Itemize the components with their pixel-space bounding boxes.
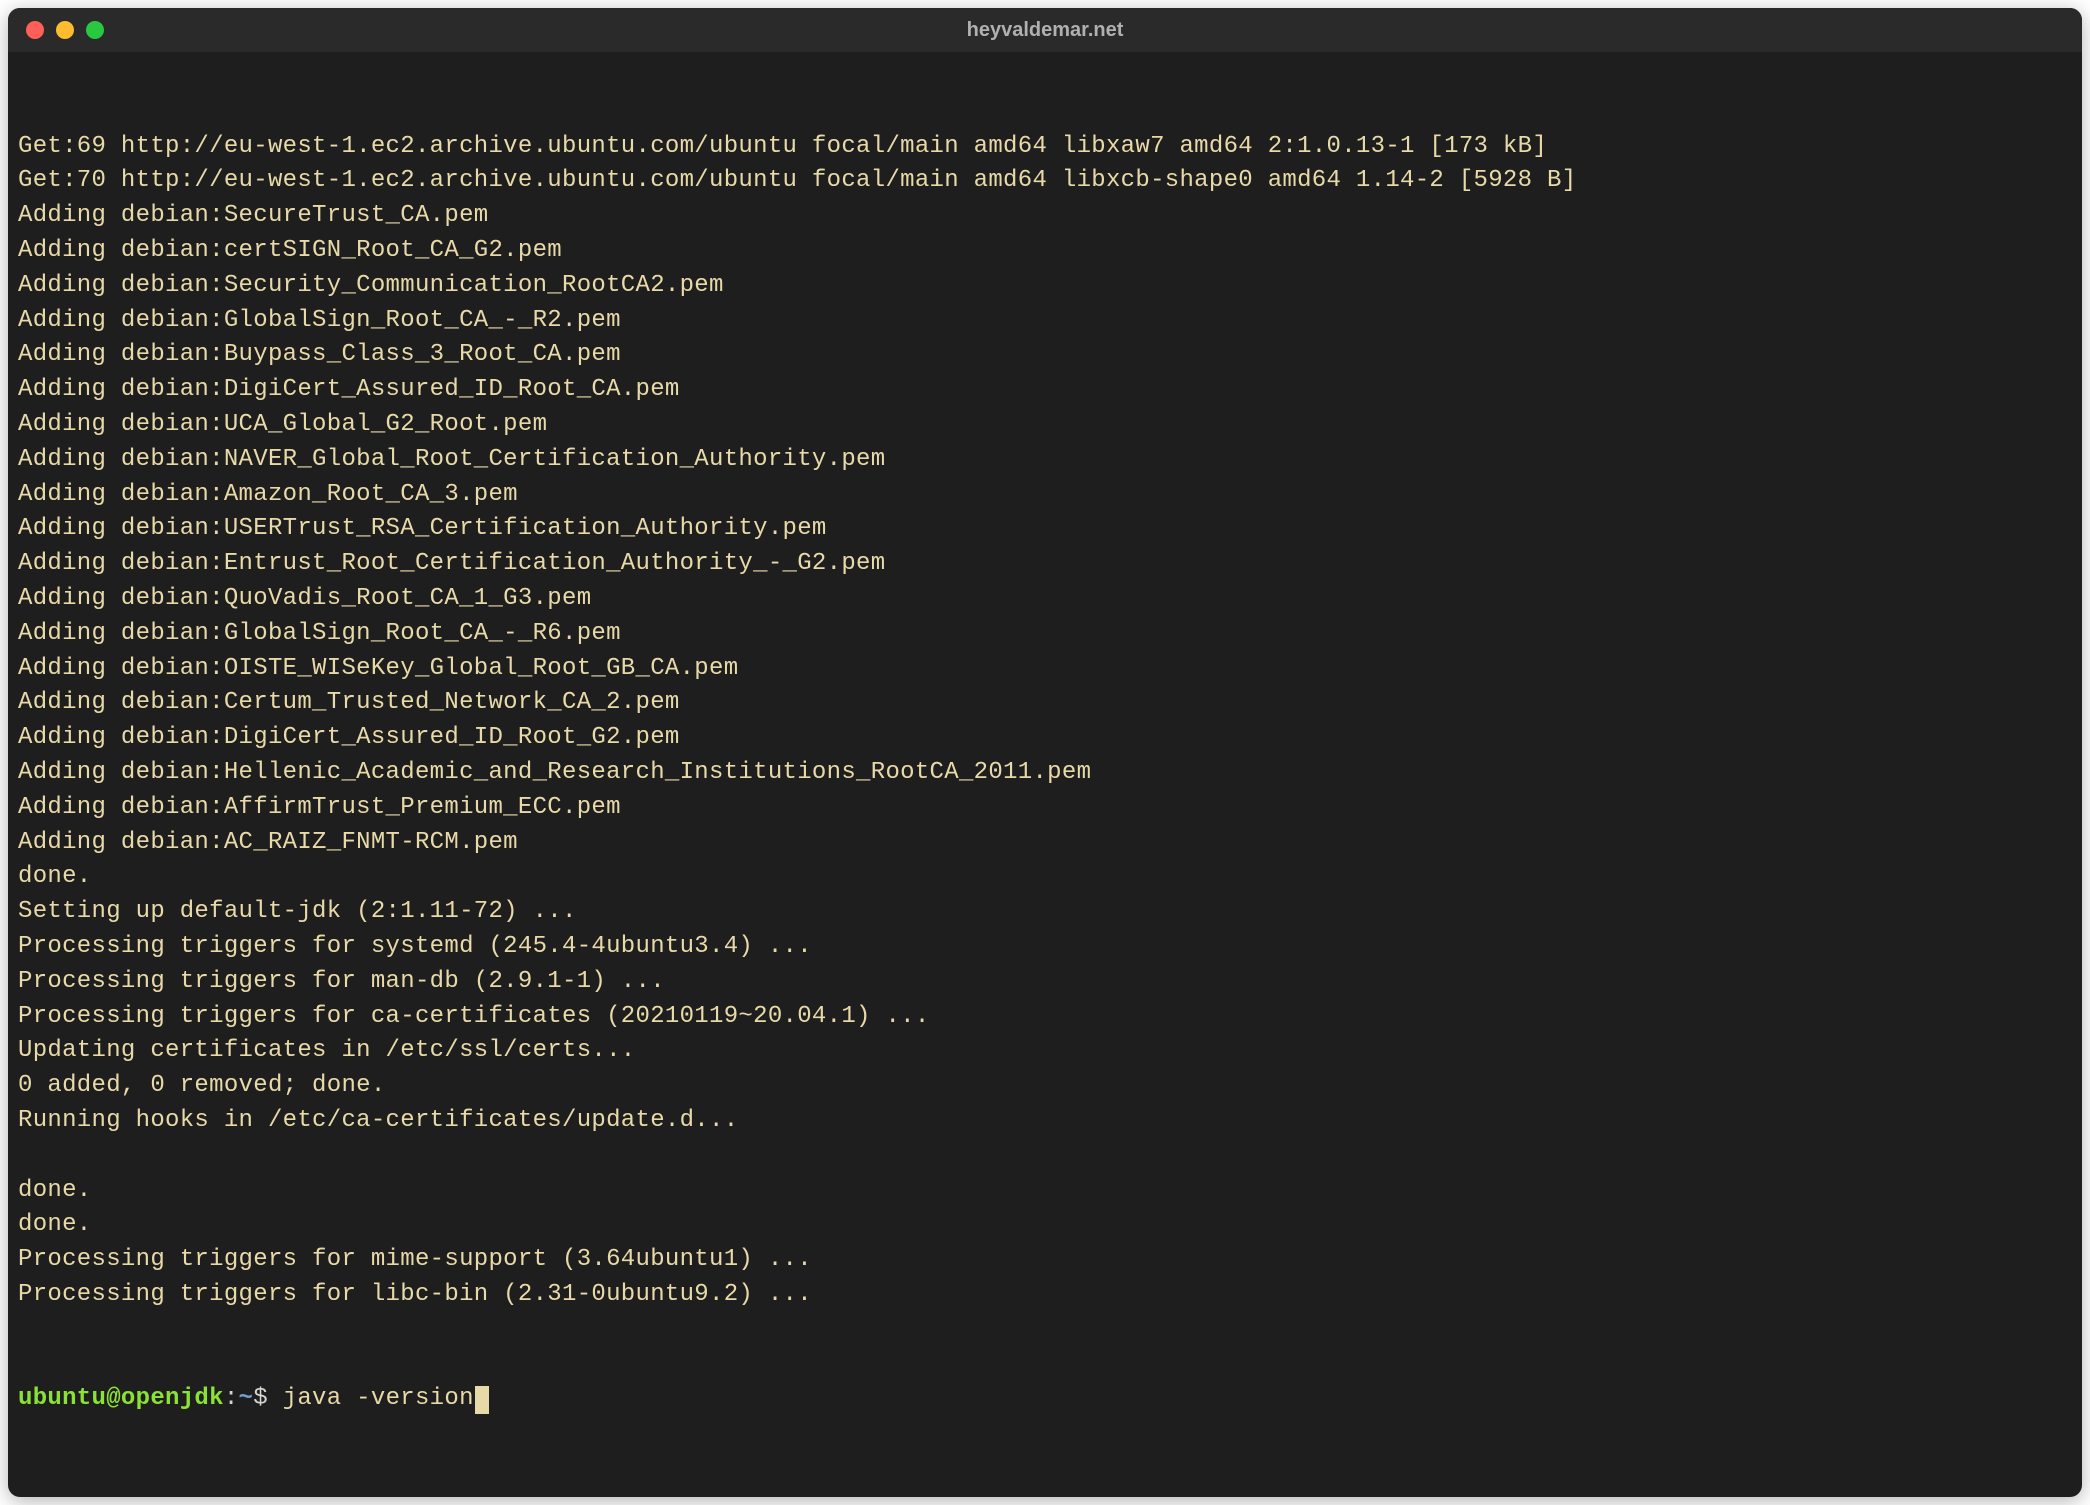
terminal-line: Adding debian:Buypass_Class_3_Root_CA.pe…	[18, 338, 2072, 373]
terminal-line: Processing triggers for systemd (245.4-4…	[18, 930, 2072, 965]
cursor-icon	[475, 1386, 489, 1414]
close-button[interactable]	[26, 21, 44, 39]
terminal-line: Adding debian:DigiCert_Assured_ID_Root_C…	[18, 373, 2072, 408]
terminal-line: Adding debian:OISTE_WISeKey_Global_Root_…	[18, 652, 2072, 687]
terminal-line: Adding debian:GlobalSign_Root_CA_-_R2.pe…	[18, 304, 2072, 339]
terminal-line: Adding debian:USERTrust_RSA_Certificatio…	[18, 512, 2072, 547]
terminal-line: Adding debian:AffirmTrust_Premium_ECC.pe…	[18, 791, 2072, 826]
terminal-line: Adding debian:Hellenic_Academic_and_Rese…	[18, 756, 2072, 791]
terminal-line: Adding debian:GlobalSign_Root_CA_-_R6.pe…	[18, 617, 2072, 652]
terminal-line: Get:69 http://eu-west-1.ec2.archive.ubun…	[18, 130, 2072, 165]
prompt-command[interactable]: java -version	[283, 1382, 474, 1417]
prompt-colon: :	[224, 1382, 239, 1417]
terminal-line: done.	[18, 1174, 2072, 1209]
terminal-line: Adding debian:DigiCert_Assured_ID_Root_G…	[18, 721, 2072, 756]
prompt-line[interactable]: ubuntu@openjdk:~$ java -version	[18, 1382, 2072, 1417]
terminal-output: Get:69 http://eu-west-1.ec2.archive.ubun…	[18, 130, 2072, 1313]
terminal-line: Adding debian:NAVER_Global_Root_Certific…	[18, 443, 2072, 478]
prompt-path: ~	[239, 1382, 254, 1417]
terminal-line: Adding debian:SecureTrust_CA.pem	[18, 199, 2072, 234]
terminal-line: Get:70 http://eu-west-1.ec2.archive.ubun…	[18, 164, 2072, 199]
terminal-line: Processing triggers for man-db (2.9.1-1)…	[18, 965, 2072, 1000]
terminal-line: Adding debian:certSIGN_Root_CA_G2.pem	[18, 234, 2072, 269]
terminal-line: 0 added, 0 removed; done.	[18, 1069, 2072, 1104]
terminal-line: Processing triggers for mime-support (3.…	[18, 1243, 2072, 1278]
terminal-line: Setting up default-jdk (2:1.11-72) ...	[18, 895, 2072, 930]
minimize-button[interactable]	[56, 21, 74, 39]
terminal-line: Adding debian:Security_Communication_Roo…	[18, 269, 2072, 304]
terminal-line: Adding debian:Certum_Trusted_Network_CA_…	[18, 686, 2072, 721]
prompt-user-host: ubuntu@openjdk	[18, 1382, 224, 1417]
terminal-window: heyvaldemar.net Get:69 http://eu-west-1.…	[8, 8, 2082, 1497]
terminal-line: Adding debian:AC_RAIZ_FNMT-RCM.pem	[18, 826, 2072, 861]
terminal-body[interactable]: Get:69 http://eu-west-1.ec2.archive.ubun…	[8, 52, 2082, 1497]
maximize-button[interactable]	[86, 21, 104, 39]
terminal-line	[18, 1139, 2072, 1174]
terminal-line: Processing triggers for libc-bin (2.31-0…	[18, 1278, 2072, 1313]
terminal-line: Adding debian:UCA_Global_G2_Root.pem	[18, 408, 2072, 443]
terminal-line: done.	[18, 860, 2072, 895]
terminal-line: done.	[18, 1208, 2072, 1243]
window-controls	[26, 21, 104, 39]
terminal-line: Adding debian:QuoVadis_Root_CA_1_G3.pem	[18, 582, 2072, 617]
prompt-dollar: $	[253, 1382, 282, 1417]
window-title: heyvaldemar.net	[967, 19, 1124, 42]
terminal-line: Adding debian:Amazon_Root_CA_3.pem	[18, 478, 2072, 513]
terminal-line: Updating certificates in /etc/ssl/certs.…	[18, 1034, 2072, 1069]
terminal-line: Processing triggers for ca-certificates …	[18, 1000, 2072, 1035]
titlebar: heyvaldemar.net	[8, 8, 2082, 52]
terminal-line: Adding debian:Entrust_Root_Certification…	[18, 547, 2072, 582]
terminal-line: Running hooks in /etc/ca-certificates/up…	[18, 1104, 2072, 1139]
